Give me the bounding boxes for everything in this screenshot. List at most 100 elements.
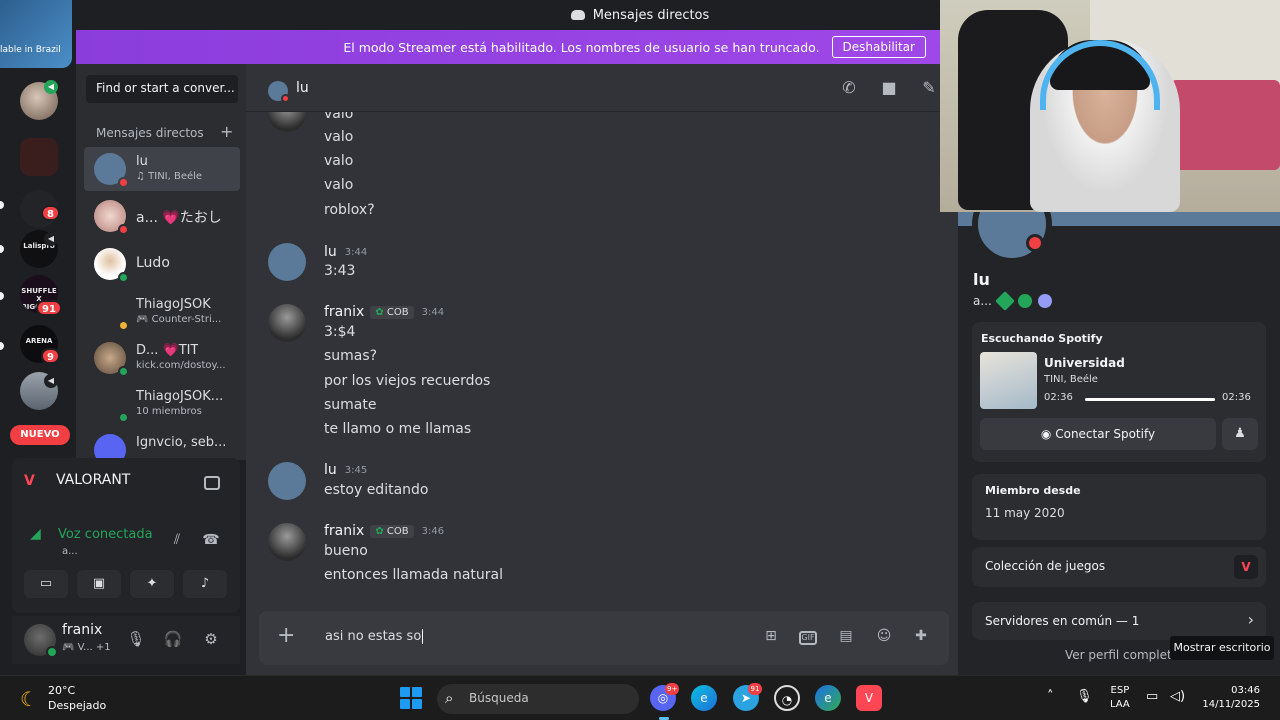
message-header: lu 3:45	[324, 462, 367, 478]
network-icon[interactable]: ▭	[1146, 689, 1158, 704]
search-input[interactable]: Find or start a conver...	[86, 75, 238, 103]
gif-icon[interactable]: GIF	[799, 631, 817, 645]
spotify-header: Escuchando Spotify	[981, 332, 1103, 345]
badge-icon[interactable]	[994, 291, 1015, 311]
message-text: valo	[324, 112, 354, 122]
sticker-icon[interactable]: ▤	[836, 628, 856, 648]
valorant-taskbar-icon[interactable]: V	[856, 685, 882, 711]
apps-icon[interactable]: ✚	[911, 628, 931, 648]
camera-button[interactable]: ▭	[24, 570, 68, 598]
add-friend-icon[interactable]: ♟	[1222, 418, 1258, 450]
avatar[interactable]	[268, 523, 306, 561]
message-input[interactable]: asi no estas so	[325, 629, 424, 644]
weather-moon-icon[interactable]: ☾	[20, 687, 38, 711]
microphone-tray-icon[interactable]: 🎙	[1076, 689, 1093, 704]
dm-name: D... 💗TIT	[136, 343, 199, 358]
dm-item[interactable]: a... 💗たおし	[84, 194, 240, 238]
microphone-icon[interactable]: 🎙	[126, 630, 146, 650]
member-since-card: Miembro desde 11 may 2020	[972, 474, 1266, 540]
message-text: sumate	[324, 397, 377, 413]
screen-share-icon[interactable]	[204, 476, 220, 490]
mutual-servers-card[interactable]: Servidores en común — 1 ›	[972, 602, 1266, 640]
message-text: valo	[324, 177, 354, 193]
dm-header: Mensajes directos	[96, 126, 204, 140]
obs-icon[interactable]: ◔	[774, 685, 800, 711]
track-title[interactable]: Universidad	[1044, 356, 1125, 370]
server-icon-2[interactable]	[20, 138, 58, 176]
weather-condition[interactable]: Despejado	[48, 699, 106, 712]
servers-label: Servidores en común — 1	[985, 614, 1140, 628]
avatar[interactable]	[268, 462, 306, 500]
server-label: ARENA	[25, 337, 53, 345]
message-text: valo	[324, 153, 354, 169]
edge-icon[interactable]: e	[691, 685, 717, 711]
message-header: franix ✿ COB 3:46	[324, 523, 444, 539]
dm-subtitle: 10 miembros	[136, 406, 202, 417]
view-full-profile-link[interactable]: Ver perfil completo	[1065, 648, 1179, 662]
avatar[interactable]	[268, 304, 306, 342]
screen-share-button[interactable]: ▣	[77, 570, 121, 598]
author-name[interactable]: lu	[324, 462, 337, 478]
author-name[interactable]: franix	[324, 523, 364, 539]
volume-icon[interactable]: ◁)	[1170, 689, 1185, 704]
status-dot	[46, 646, 58, 658]
video-call-icon[interactable]: ■	[878, 78, 900, 98]
taskbar-search[interactable]: ⌕ Búsqueda	[437, 684, 639, 714]
attach-plus-icon[interactable]: +	[277, 623, 295, 648]
clan-tag-text: COB	[386, 306, 409, 318]
unread-pill	[0, 201, 4, 209]
track-artist: TINI, Beéle	[1044, 374, 1098, 385]
message-text: bueno	[324, 543, 368, 559]
game-collection-card[interactable]: Colección de juegos V	[972, 547, 1266, 587]
soundboard-button[interactable]: ♪	[183, 570, 227, 598]
headphones-icon[interactable]: 🎧	[163, 630, 183, 650]
avatar[interactable]	[268, 243, 306, 281]
emoji-icon[interactable]: ☺	[874, 628, 894, 648]
badge-icon[interactable]	[1017, 294, 1032, 308]
message-text: estoy editando	[324, 482, 429, 498]
edge-dev-icon[interactable]: e	[815, 685, 841, 711]
clock[interactable]: 03:46 14/11/2025	[1196, 684, 1260, 712]
voice-status[interactable]: ◢ Voz conectada	[30, 526, 153, 542]
message-text: te llamo o me llamas	[324, 421, 472, 437]
author-name[interactable]: franix	[324, 304, 364, 320]
status-dot	[118, 177, 129, 188]
promo-banner[interactable]: lable in Brazil	[0, 0, 72, 68]
message-composer[interactable]: + asi no estas so ⊞ GIF ▤ ☺ ✚	[259, 611, 949, 665]
album-cover[interactable]	[980, 352, 1037, 409]
connect-spotify-button[interactable]: ◉ Conectar Spotify	[980, 418, 1216, 450]
noise-suppression-icon[interactable]: ⫽	[167, 532, 187, 548]
disconnect-icon[interactable]: ☎	[201, 532, 221, 548]
dm-name: ThiagoJSOK...	[136, 389, 224, 404]
weather-temp[interactable]: 20°C	[48, 684, 75, 697]
search-placeholder: Búsqueda	[469, 691, 529, 705]
badge-icon[interactable]	[1037, 294, 1052, 308]
dm-item[interactable]: ThiagoJSOK 🎮 Counter-Stri...	[84, 290, 240, 334]
new-badge[interactable]: NUEVO	[10, 425, 70, 445]
dm-item-lu[interactable]: lu ♫ TINI, Beéle	[84, 147, 240, 191]
voice-call-icon[interactable]: ✆	[838, 78, 860, 98]
dm-item-group[interactable]: ThiagoJSOK... 10 miembros	[84, 382, 240, 426]
lang-layout: LAA	[1110, 699, 1130, 710]
author-name[interactable]: lu	[324, 244, 337, 260]
chevron-up-icon[interactable]: ˄	[1047, 689, 1054, 704]
dm-sidebar: Find or start a conver... Mensajes direc…	[76, 30, 246, 466]
chat-header: lu ✆ ■ ✎	[246, 64, 958, 112]
language-indicator[interactable]: ESP LAA	[1110, 684, 1130, 712]
dm-item-ludo[interactable]: Ludo	[84, 242, 240, 286]
games-label: Colección de juegos	[985, 559, 1106, 573]
disable-button[interactable]: Deshabilitar	[831, 36, 926, 58]
settings-gear-icon[interactable]: ⚙	[201, 630, 221, 650]
dm-item[interactable]: D... 💗TIT kick.com/dostoy...	[84, 336, 240, 380]
create-dm-button[interactable]: +	[220, 122, 233, 141]
clock-date: 14/11/2025	[1202, 699, 1260, 710]
progress-bar	[1085, 398, 1215, 401]
start-button[interactable]	[400, 687, 422, 709]
server-badge: 9	[41, 348, 60, 364]
telegram-badge: 91	[748, 683, 762, 695]
activities-button[interactable]: ✦	[130, 570, 174, 598]
gift-icon[interactable]: ⊞	[761, 628, 781, 648]
member-since-value: 11 may 2020	[985, 506, 1065, 520]
pin-icon[interactable]: ✎	[918, 78, 940, 98]
status-dot	[118, 366, 129, 377]
